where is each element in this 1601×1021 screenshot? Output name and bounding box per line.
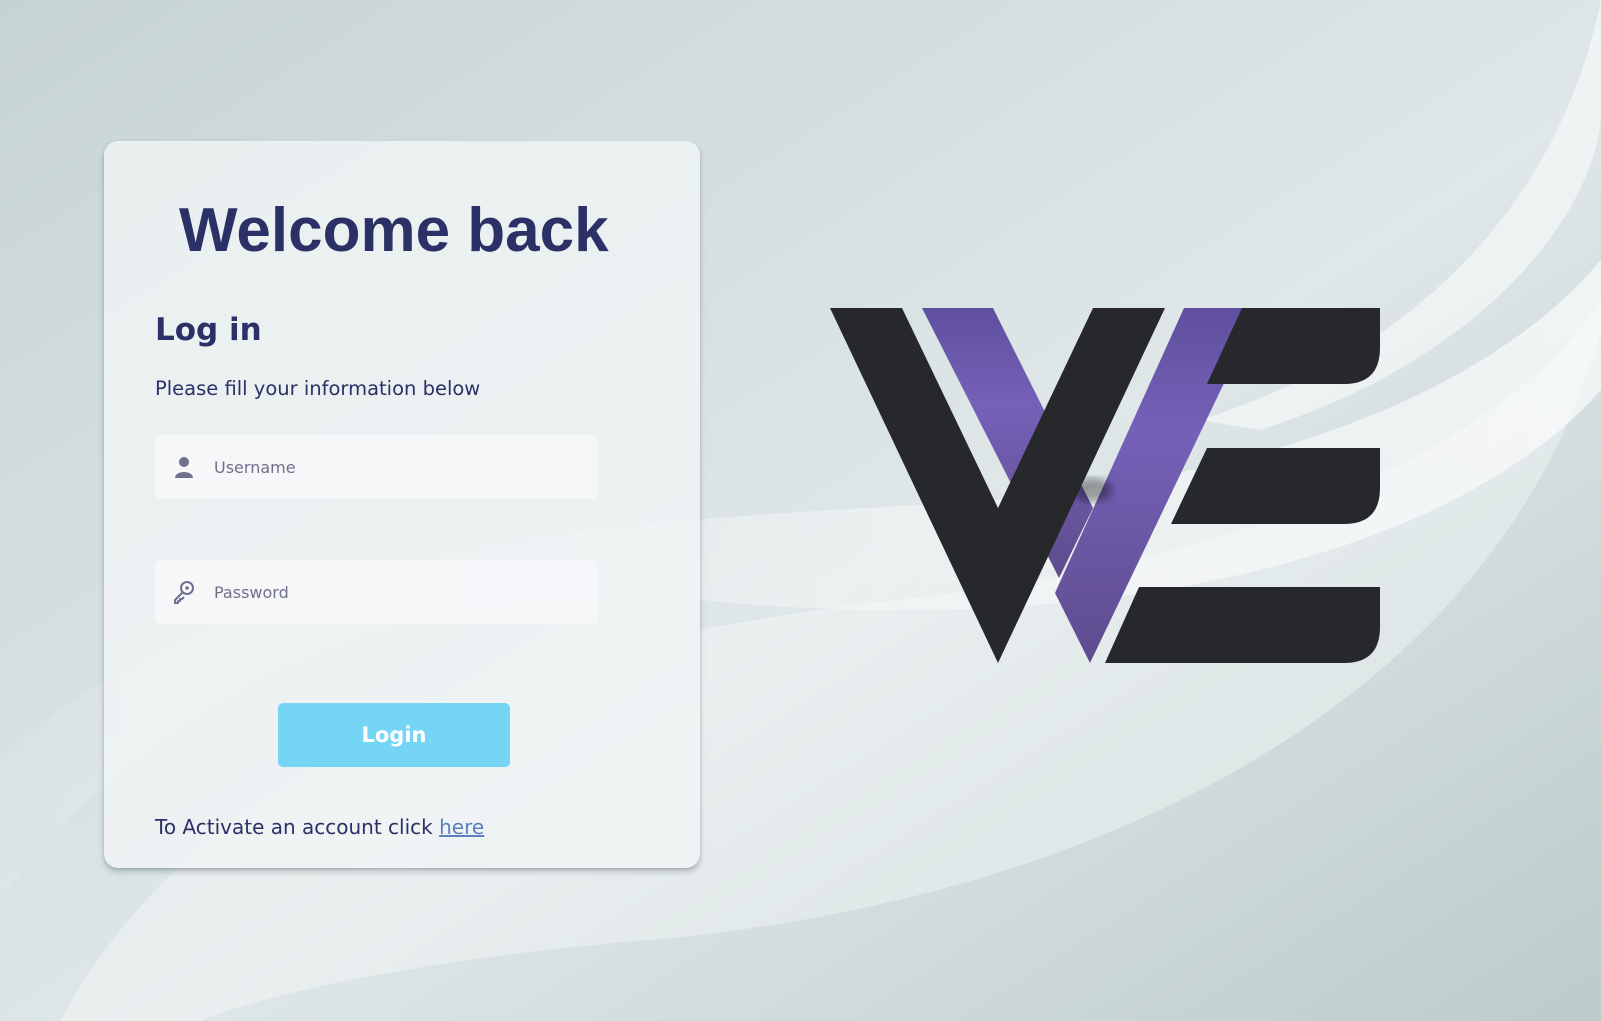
username-input[interactable] <box>214 435 584 499</box>
login-subtitle: Please fill your information below <box>155 377 481 400</box>
username-field[interactable] <box>155 435 598 499</box>
activate-account-label: To Activate an account click <box>155 815 433 839</box>
password-field[interactable] <box>155 560 598 624</box>
key-icon <box>174 581 194 604</box>
user-icon <box>175 457 193 478</box>
login-card: Welcome back Log in Please fill your inf… <box>104 141 700 868</box>
login-button[interactable]: Login <box>278 703 510 767</box>
login-heading: Log in <box>155 312 262 348</box>
we-logo <box>830 308 1380 663</box>
activate-here-link[interactable]: here <box>439 815 484 839</box>
password-input[interactable] <box>214 560 584 624</box>
activate-account-text: To Activate an account click here <box>155 815 484 839</box>
welcome-title: Welcome back <box>179 196 609 265</box>
